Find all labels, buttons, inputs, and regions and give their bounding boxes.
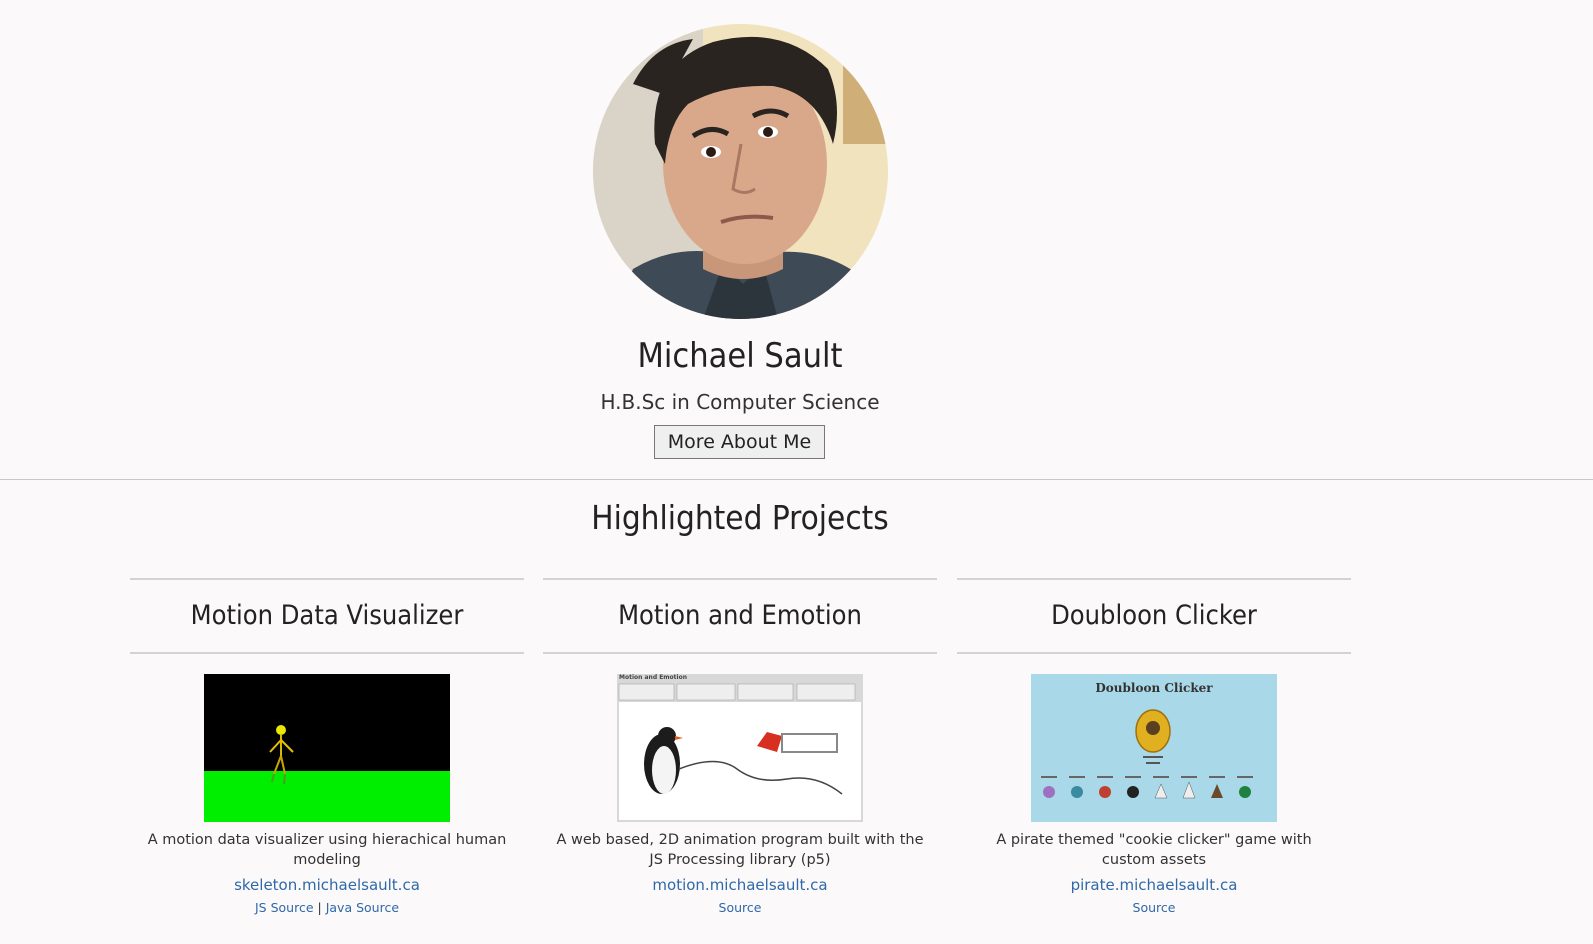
project-sources: Source	[957, 900, 1351, 915]
js-source-link[interactable]: JS Source	[255, 900, 314, 915]
profile-degree: H.B.Sc in Computer Science	[600, 390, 880, 414]
project-description: A web based, 2D animation program built …	[556, 832, 924, 868]
highlighted-projects-heading: Highlighted Projects	[591, 498, 889, 537]
source-link[interactable]: Source	[1133, 900, 1176, 915]
project-link[interactable]: pirate.michaelsault.ca	[957, 876, 1351, 894]
project-thumbnail[interactable]: Doubloon Clicker	[1031, 674, 1277, 822]
project-thumbnail[interactable]	[204, 674, 450, 822]
project-title: Motion Data Visualizer	[190, 600, 464, 631]
card-rule	[130, 652, 524, 654]
project-card-doubloon-clicker: Doubloon Clicker Doubloon Clicker A pira…	[957, 578, 1351, 915]
portfolio-page: Michael Sault H.B.Sc in Computer Science…	[0, 0, 1593, 944]
thumbnail-app-title: Motion and Emotion	[619, 674, 687, 681]
project-sources: Source	[543, 900, 937, 915]
profile-photo	[593, 24, 888, 319]
project-thumbnail[interactable]: Motion and Emotion	[617, 674, 863, 822]
project-sources: JS Source | Java Source	[130, 900, 524, 915]
project-card-motion-and-emotion: Motion and Emotion Motion and Emotion A …	[543, 578, 937, 915]
project-card-motion-data-visualizer: Motion Data Visualizer A motion data vis…	[130, 578, 524, 915]
more-about-me-button[interactable]: More About Me	[654, 425, 825, 459]
project-description: A motion data visualizer using hierachic…	[147, 832, 507, 868]
source-separator: |	[317, 900, 322, 915]
section-divider	[0, 479, 1593, 480]
card-rule	[543, 652, 937, 654]
project-link[interactable]: motion.michaelsault.ca	[543, 876, 937, 894]
java-source-link[interactable]: Java Source	[326, 900, 399, 915]
thumbnail-game-title: Doubloon Clicker	[1095, 681, 1213, 695]
card-rule	[957, 652, 1351, 654]
source-link[interactable]: Source	[719, 900, 762, 915]
project-title: Motion and Emotion	[618, 600, 862, 631]
project-link[interactable]: skeleton.michaelsault.ca	[130, 876, 524, 894]
project-description: A pirate themed "cookie clicker" game wi…	[996, 832, 1312, 868]
project-title: Doubloon Clicker	[1051, 600, 1257, 631]
profile-name: Michael Sault	[637, 336, 843, 376]
